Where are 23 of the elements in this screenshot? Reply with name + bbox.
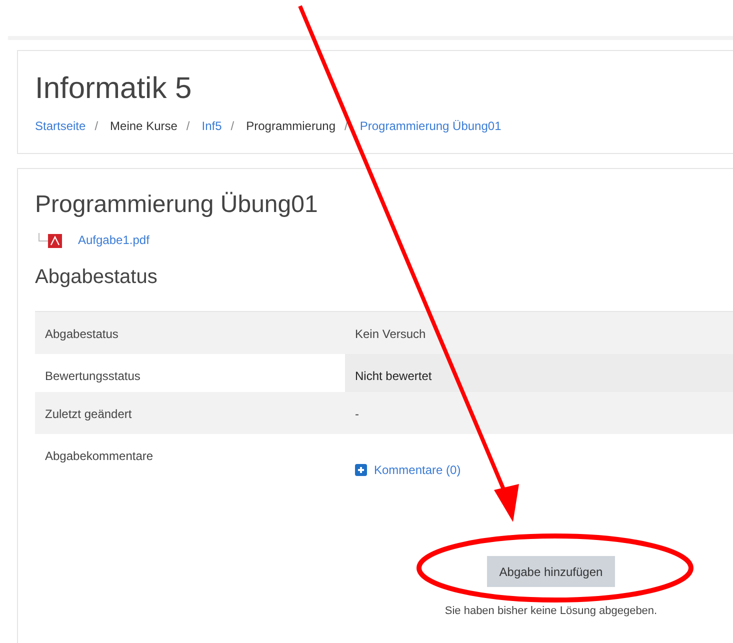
breadcrumb-item: Meine Kurse (110, 118, 178, 135)
breadcrumb-separator: / (186, 118, 190, 135)
row-value: - (355, 407, 359, 421)
row-value: Kein Versuch (355, 327, 426, 341)
row-value: Nicht bewertet (355, 369, 432, 383)
plus-icon (355, 464, 367, 476)
breadcrumb-link[interactable]: Programmierung Übung01 (360, 117, 502, 135)
breadcrumb-link[interactable]: Startseite (35, 117, 86, 135)
row-label: Zuletzt geändert (45, 407, 132, 421)
row-label: Abgabestatus (45, 327, 118, 341)
add-submission-button[interactable]: Abgabe hinzufügen (487, 556, 615, 587)
attachment-link[interactable]: Aufgabe1.pdf (78, 231, 150, 249)
submission-note: Sie haben bisher keine Lösung abgegeben. (444, 604, 658, 619)
breadcrumb-separator: / (94, 118, 98, 135)
course-title: Informatik 5 (35, 71, 192, 107)
assignment-title: Programmierung Übung01 (35, 190, 318, 220)
breadcrumb-item: Programmierung (246, 118, 336, 135)
status-heading: Abgabestatus (35, 265, 158, 290)
breadcrumb-link[interactable]: Inf5 (202, 117, 222, 135)
comments-link[interactable]: Kommentare (0) (355, 461, 461, 479)
row-label: Bewertungsstatus (45, 369, 140, 383)
breadcrumb-separator: / (230, 118, 234, 135)
row-label: Abgabekommentare (45, 449, 154, 463)
